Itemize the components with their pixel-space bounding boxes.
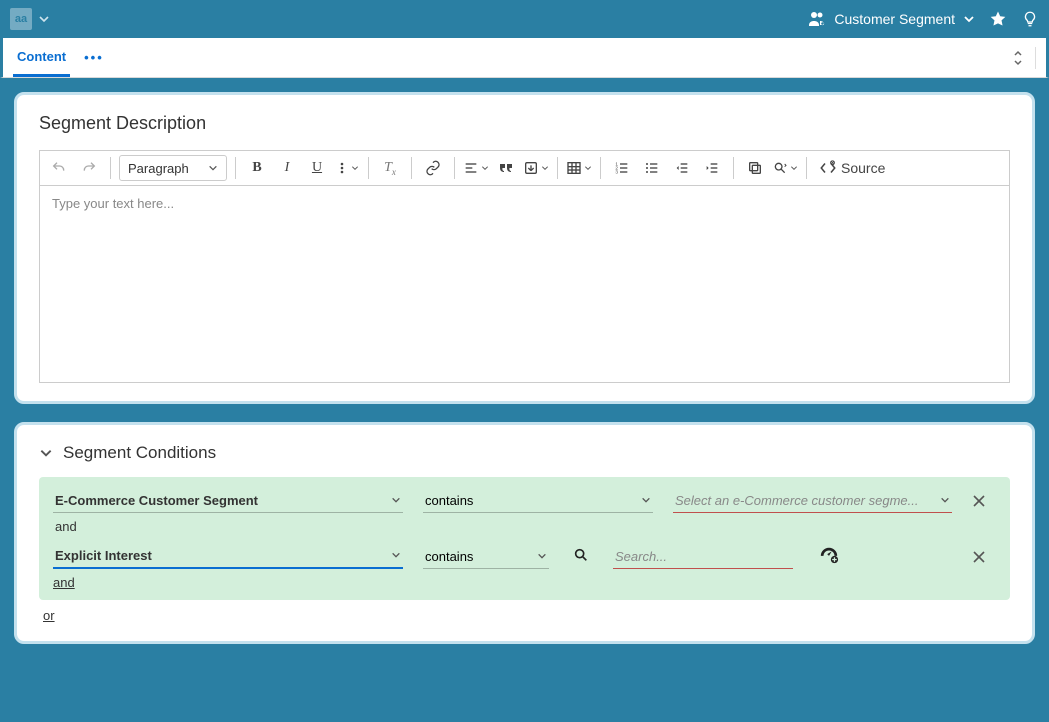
search-icon[interactable] — [573, 547, 589, 563]
chevron-down-icon[interactable] — [38, 13, 50, 25]
source-button[interactable]: Source — [815, 155, 889, 181]
numbered-list-button[interactable]: 123 — [609, 155, 635, 181]
field-select[interactable] — [53, 544, 403, 569]
find-replace-button[interactable] — [772, 155, 798, 181]
underline-button[interactable]: U — [304, 155, 330, 181]
indent-button[interactable] — [699, 155, 725, 181]
chevron-down-icon — [963, 13, 975, 25]
tab-content[interactable]: Content — [13, 39, 70, 77]
editor-toolbar: Paragraph B I U Tx — [40, 151, 1009, 186]
insert-button[interactable] — [523, 155, 549, 181]
segment-type-dropdown[interactable]: Customer Segment — [808, 11, 975, 27]
star-icon[interactable] — [989, 10, 1007, 28]
remove-row-button[interactable] — [972, 550, 996, 564]
tab-more[interactable]: ••• — [78, 44, 110, 71]
chevron-down-icon[interactable] — [39, 446, 53, 460]
copy-button[interactable] — [742, 155, 768, 181]
description-title: Segment Description — [39, 113, 1010, 134]
quote-button[interactable] — [493, 155, 519, 181]
description-card: Segment Description Paragraph — [14, 92, 1035, 404]
operator-select[interactable] — [423, 545, 549, 569]
gauge-add-icon[interactable] — [818, 545, 840, 565]
value-search-input[interactable] — [613, 545, 793, 569]
segment-type-label: Customer Segment — [834, 11, 955, 27]
conditions-title: Segment Conditions — [63, 443, 216, 463]
and-group: and — [39, 477, 1010, 600]
operator-select[interactable] — [423, 489, 653, 513]
app-logo: aa — [10, 8, 32, 30]
condition-row — [53, 489, 996, 513]
collapse-up-down-icon[interactable] — [1011, 48, 1025, 68]
outdent-button[interactable] — [669, 155, 695, 181]
italic-button[interactable]: I — [274, 155, 300, 181]
svg-text:3: 3 — [615, 169, 618, 174]
paragraph-style-select[interactable]: Paragraph — [119, 155, 227, 181]
clear-format-button[interactable]: Tx — [377, 155, 403, 181]
add-and-button[interactable]: and — [53, 575, 75, 590]
condition-row — [53, 544, 996, 569]
redo-button[interactable] — [76, 155, 102, 181]
undo-button[interactable] — [46, 155, 72, 181]
and-connector: and — [55, 519, 996, 534]
table-button[interactable] — [566, 155, 592, 181]
bullet-list-button[interactable] — [639, 155, 665, 181]
value-select[interactable] — [673, 489, 952, 513]
people-icon — [808, 11, 826, 27]
link-button[interactable] — [420, 155, 446, 181]
editor-placeholder: Type your text here... — [52, 196, 174, 211]
add-or-button[interactable]: or — [43, 608, 55, 623]
align-button[interactable] — [463, 155, 489, 181]
tab-bar: Content ••• — [0, 38, 1049, 78]
remove-row-button[interactable] — [972, 494, 996, 508]
field-select[interactable] — [53, 489, 403, 513]
more-text-button[interactable] — [334, 155, 360, 181]
conditions-card: Segment Conditions — [14, 422, 1035, 644]
bold-button[interactable]: B — [244, 155, 270, 181]
lightbulb-icon[interactable] — [1021, 10, 1039, 28]
rich-text-editor: Paragraph B I U Tx — [39, 150, 1010, 383]
chevron-down-icon — [208, 163, 218, 173]
editor-textarea[interactable]: Type your text here... — [40, 186, 1009, 382]
app-header: aa Customer Segment — [0, 0, 1049, 38]
